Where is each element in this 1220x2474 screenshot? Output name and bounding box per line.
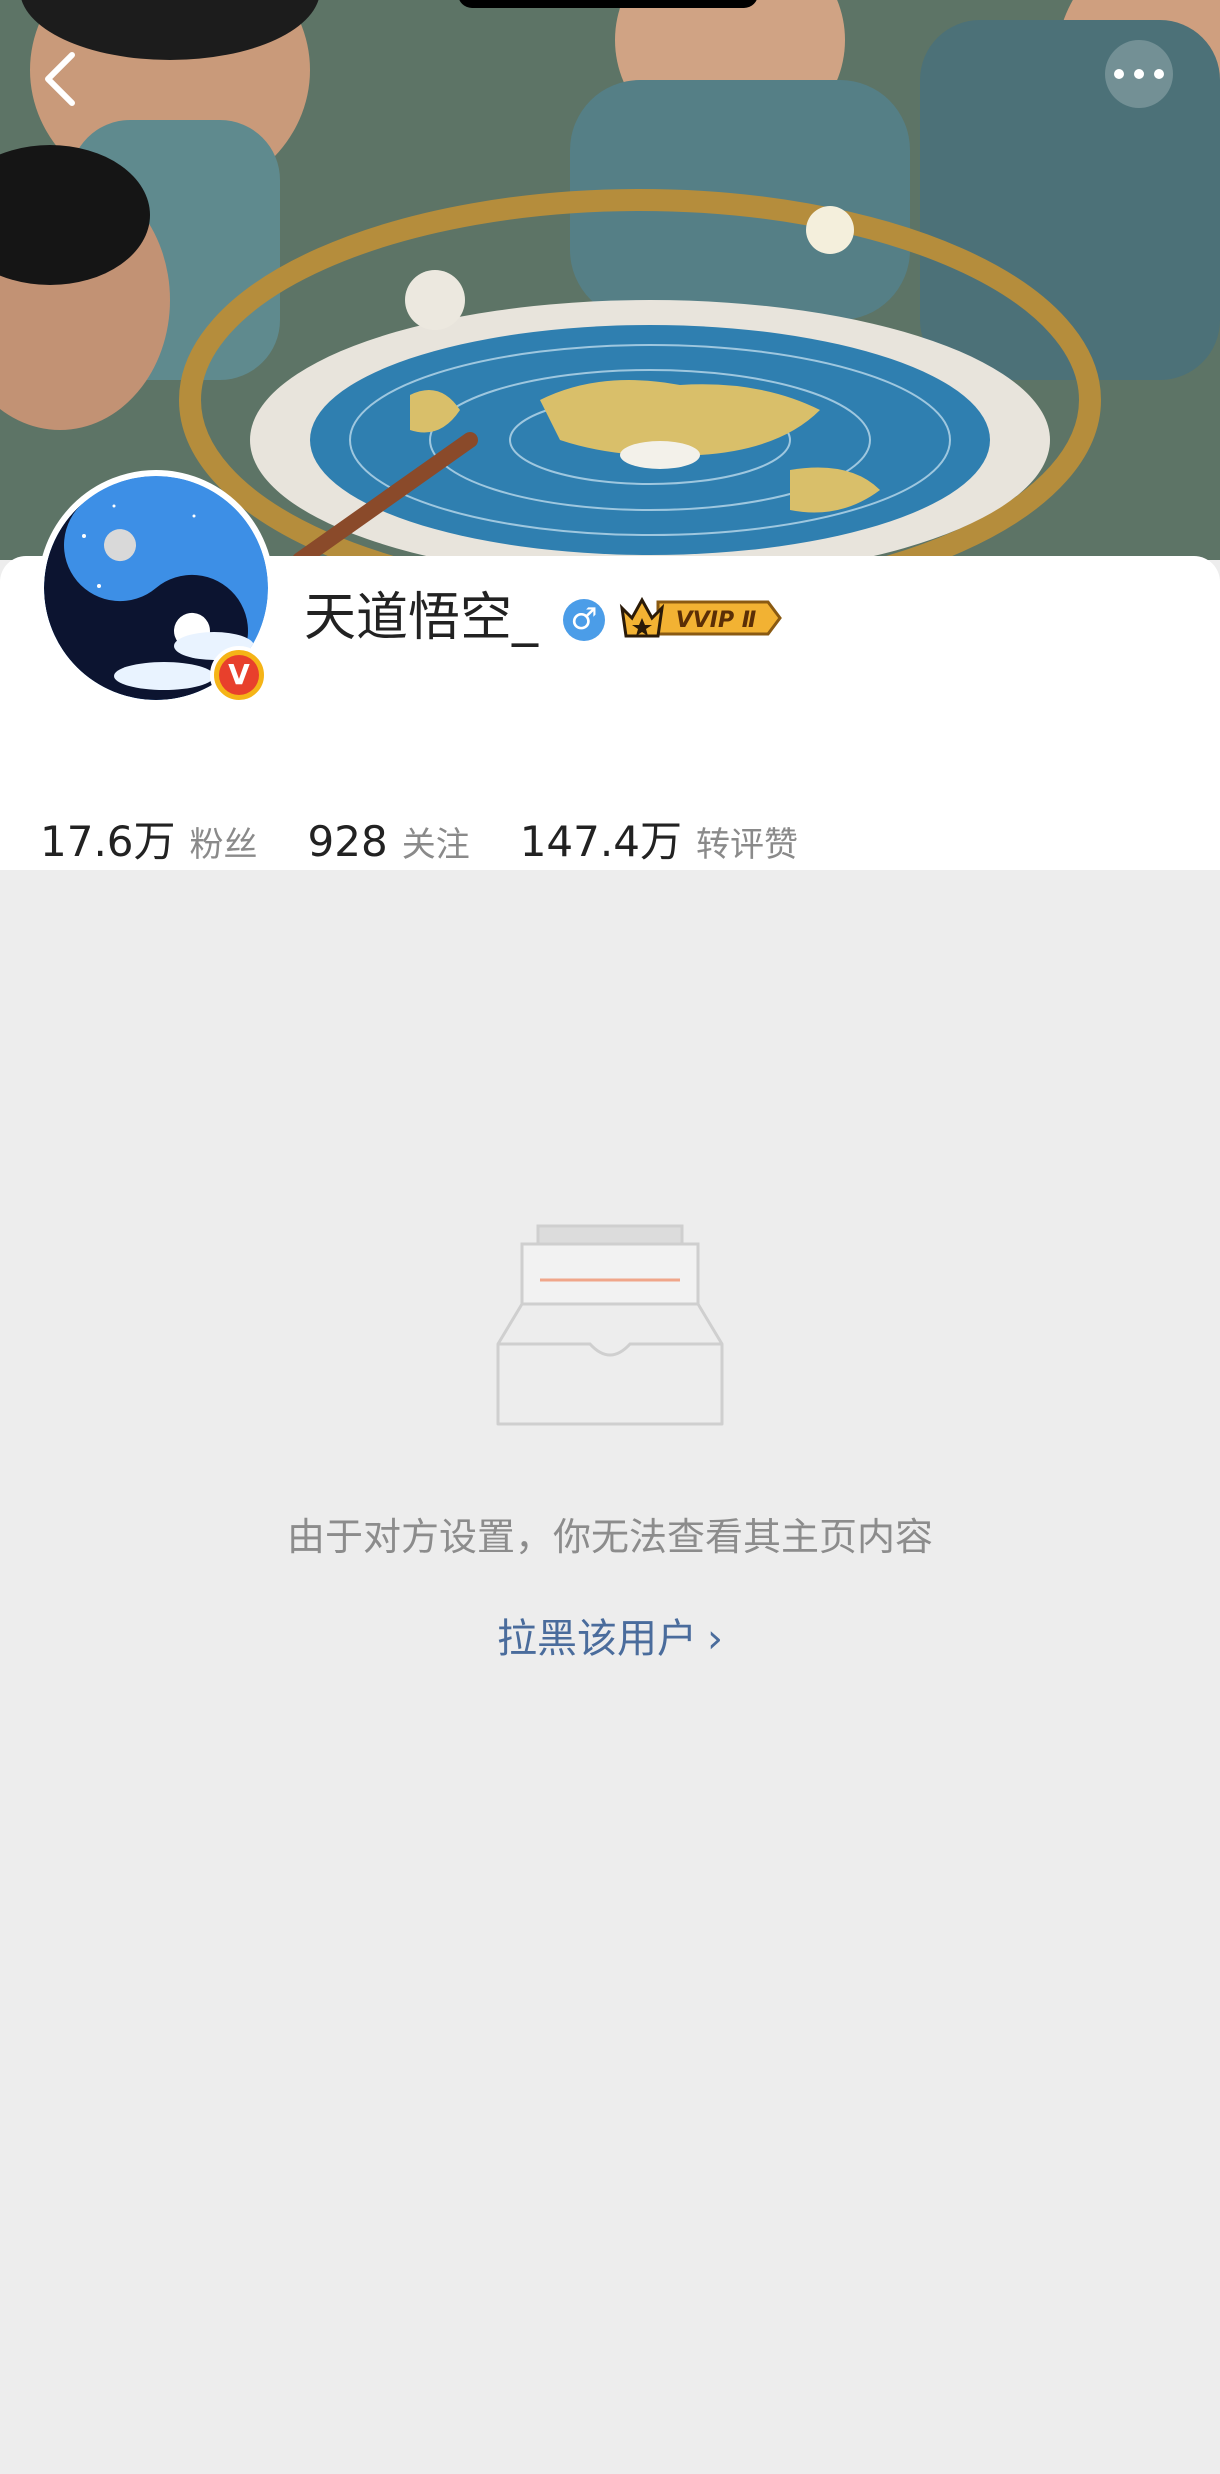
empty-inbox-icon [494, 1224, 726, 1428]
male-icon: ♂ [563, 599, 605, 641]
empty-state-message: 由于对方设置，你无法查看其主页内容 [286, 1515, 933, 1559]
camera-notch [458, 0, 758, 8]
vip-crown-icon: VVIP Ⅱ [619, 596, 782, 638]
stat-label: 转评赞 [695, 825, 798, 865]
stat-value: 928 [307, 817, 388, 866]
username: 天道悟空_ [304, 588, 539, 648]
stat-value: 147.4万 [519, 817, 682, 866]
chevron-left-icon [45, 52, 75, 106]
verified-badge: V [210, 646, 268, 704]
stat-following[interactable]: 928 关注 [308, 817, 470, 866]
stats-row: 17.6万 粉丝 928 关注 147.4万 转评赞 [40, 808, 848, 866]
vip-badge[interactable]: VVIP Ⅱ [618, 592, 782, 644]
verified-icon: V [219, 655, 259, 695]
more-button[interactable] [1105, 40, 1173, 108]
stat-label: 关注 [401, 825, 470, 865]
stat-followers[interactable]: 17.6万 粉丝 [40, 808, 258, 869]
stat-value: 17.6万 [40, 817, 176, 866]
chevron-right-icon: › [707, 1616, 723, 1662]
stat-likes[interactable]: 147.4万 转评赞 [520, 808, 798, 869]
more-dots-icon [1114, 69, 1164, 79]
block-user-label: 拉黑该用户 [497, 1616, 697, 1662]
stat-label: 粉丝 [189, 825, 258, 865]
back-button[interactable] [30, 42, 90, 116]
vip-label: VVIP Ⅱ [676, 608, 757, 633]
block-user-link[interactable]: 拉黑该用户 › [0, 1606, 1220, 1664]
